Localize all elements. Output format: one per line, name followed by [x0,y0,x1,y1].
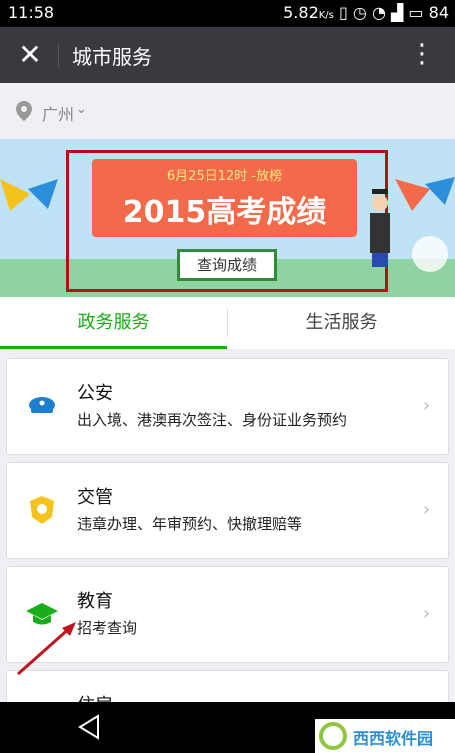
graduate-figure [370,189,390,267]
service-tabs: 政务服务 生活服务 [0,297,455,349]
page-title: 城市服务 [72,45,152,69]
service-title: 教育 [77,591,113,612]
chevron-down-icon: ⌄ [76,102,87,117]
service-title: 交管 [77,487,113,508]
watermark-swirl-icon [319,722,347,750]
status-right: 5.82K/s ▯ ◷ ◔ ▟ ▭ 84 [283,3,449,22]
chevron-right-icon: › [422,395,430,416]
query-score-button[interactable]: 查询成绩 [177,249,277,281]
watermark-text: 西西软件园 [353,729,434,748]
network-speed: 5.82 [283,3,319,22]
close-button[interactable]: ✕ [12,37,48,73]
annotation-arrow [17,622,76,676]
close-icon: ✕ [18,38,42,71]
appbar-divider [58,43,59,67]
more-icon: ⋮ [409,39,435,69]
back-triangle-icon[interactable] [78,714,100,740]
city-label: 广州 [42,105,75,124]
battery-level: 84 [428,3,449,22]
tab-active-indicator [0,346,227,349]
service-description: 违章办理、年审预约、快撤理赔等 [77,515,303,533]
service-card-traffic[interactable]: 交管 违章办理、年审预约、快撤理赔等 › [6,462,449,559]
tab-label: 生活服务 [305,312,378,333]
exam-banner[interactable]: 6月25日12时 -放榜 2015高考成绩 查询成绩 [0,139,455,297]
status-bar: 11:58 5.82K/s ▯ ◷ ◔ ▟ ▭ 84 [0,0,455,27]
signal-icon: ▟ [391,3,404,22]
vibrate-icon: ▯ [338,3,348,22]
more-button[interactable]: ⋮ [409,39,435,69]
chevron-right-icon: › [422,499,430,520]
service-title: 公安 [77,383,113,404]
battery-icon: ▭ [408,3,424,22]
app-bar: ✕ 城市服务 ⋮ [0,27,455,83]
location-pin-icon [16,101,32,121]
police-cap-icon [29,397,55,413]
traffic-badge-icon [30,496,54,524]
watermark-logo: 西西软件园 [315,719,455,753]
alarm-icon: ◷ [352,3,367,22]
chevron-right-icon: › [422,603,430,624]
service-description: 出入境、港澳再次签注、身份证业务预约 [77,411,348,429]
service-description: 招考查询 [77,619,138,637]
status-time: 11:58 [8,3,55,22]
tab-label: 政务服务 [77,312,150,333]
location-selector[interactable]: 广州 ⌄ [0,83,455,139]
wifi-icon: ◔ [371,3,386,22]
tab-life[interactable]: 生活服务 [228,297,455,349]
banner-headline: 2015高考成绩 [122,195,327,230]
service-card-police[interactable]: 公安 出入境、港澳再次签注、身份证业务预约 › [6,358,449,455]
tab-government[interactable]: 政务服务 [0,297,227,349]
network-unit: K/s [318,10,334,21]
banner-scroll: 6月25日12时 -放榜 2015高考成绩 [92,159,357,237]
banner-subtitle: 6月25日12时 -放榜 [166,169,283,184]
